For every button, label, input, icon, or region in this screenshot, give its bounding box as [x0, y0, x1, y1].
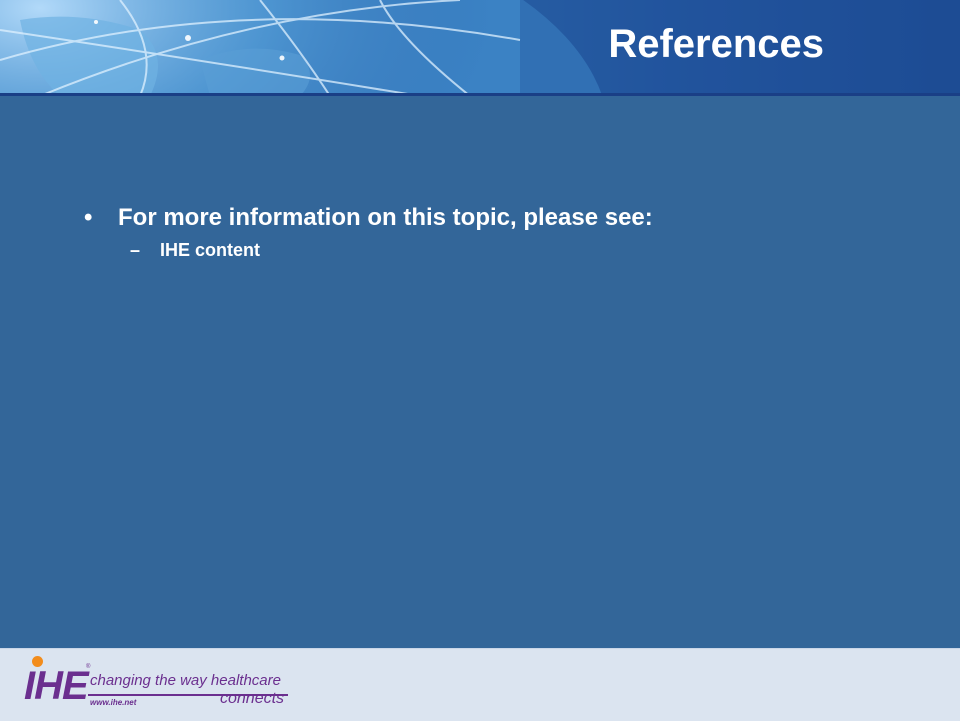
header-rule [0, 93, 960, 96]
bullet-marker: • [84, 204, 93, 231]
logo-tagline: changing the way healthcare [90, 672, 281, 689]
slide-title: References [608, 22, 824, 66]
content-area [0, 97, 960, 648]
logo-wordmark: IHE [24, 664, 89, 708]
logo-url: www.ihe.net [90, 698, 137, 707]
ihe-logo: IHE ® changing the way healthcare www.ih… [22, 652, 302, 716]
sub-bullet-marker: – [130, 240, 141, 260]
sub-bullet-text: IHE content [160, 240, 261, 260]
logo-connects: connects [220, 690, 285, 707]
sub-bullet-item: – IHE content [130, 238, 260, 262]
logo-trademark: ® [86, 664, 91, 670]
bullet-text: For more information on this topic, plea… [118, 204, 653, 231]
slide: References • For more information on this… [0, 0, 960, 721]
bullet-item: • For more information on this topic, ple… [84, 202, 653, 234]
